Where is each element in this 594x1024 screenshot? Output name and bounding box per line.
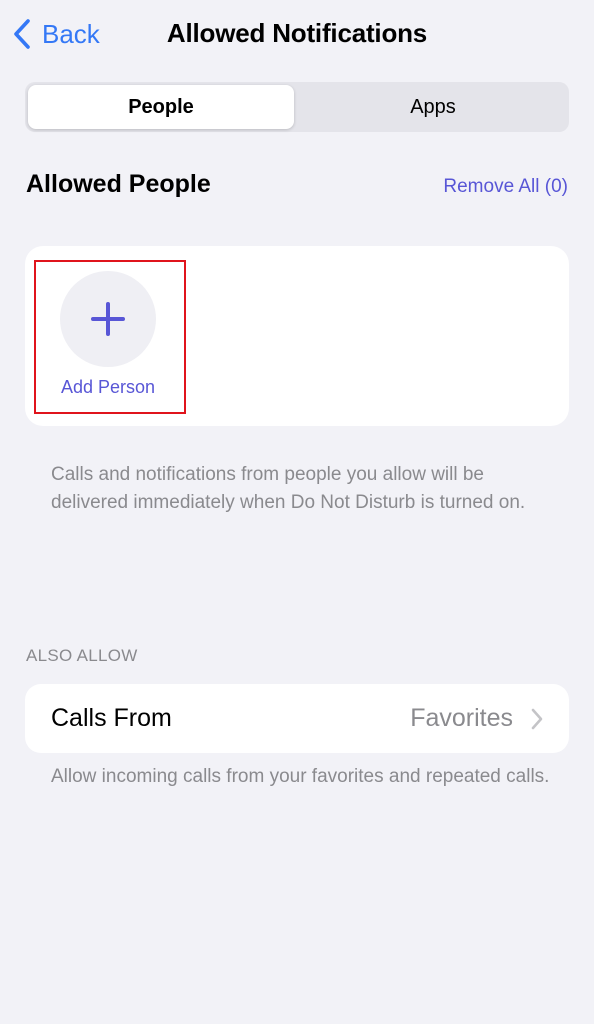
navigation-bar: Back Allowed Notifications [0,0,594,70]
chevron-right-icon [531,708,543,730]
tab-apps-label: Apps [410,95,456,118]
page-title: Allowed Notifications [166,18,428,48]
remove-all-button[interactable]: Remove All (0) [443,176,568,198]
plus-icon [91,302,125,336]
segmented-control: People Apps [25,82,569,132]
calls-from-row[interactable]: Calls From Favorites [25,684,569,753]
add-person-label[interactable]: Add Person [34,377,182,398]
tab-people-label: People [128,95,194,118]
add-person-button[interactable] [60,271,156,367]
allowed-people-footer-note: Calls and notifications from people you … [51,464,526,513]
calls-from-value: Favorites [410,704,513,732]
also-allow-footer-note: Allow incoming calls from your favorites… [51,766,550,787]
allowed-people-heading: Allowed People [26,170,211,198]
tab-people[interactable]: People [28,85,294,129]
tab-apps[interactable]: Apps [300,85,566,129]
calls-from-label: Calls From [51,704,172,732]
also-allow-heading: ALSO ALLOW [26,646,138,665]
